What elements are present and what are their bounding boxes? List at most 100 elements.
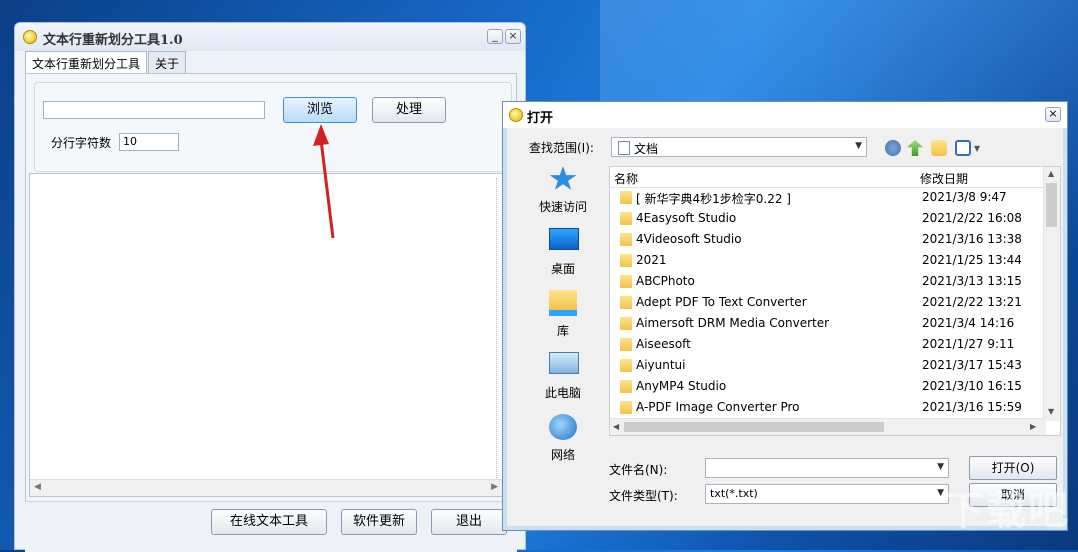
place-label: 库	[556, 324, 569, 338]
process-button[interactable]: 处理	[372, 97, 446, 123]
place-this-pc[interactable]: 此电脑	[525, 352, 601, 412]
split-count-input[interactable]: 10	[119, 133, 179, 151]
file-name: Aiseesoft	[636, 337, 691, 351]
close-button[interactable]: ×	[505, 29, 521, 44]
app-icon	[23, 30, 37, 44]
file-row[interactable]: 4Easysoft Studio 2021/2/22 16:08	[610, 208, 1044, 229]
path-input[interactable]	[43, 101, 265, 119]
browse-button[interactable]: 浏览	[283, 97, 357, 123]
file-list[interactable]: 名称 修改日期 [ 新华字典4秒1步检字0.22 ] 2021/3/8 9:47 4…	[609, 166, 1061, 436]
file-row[interactable]: 2021 2021/1/25 13:44	[610, 250, 1044, 271]
scroll-down-icon[interactable]: ▼	[1048, 407, 1054, 416]
place-label: 网络	[550, 448, 575, 462]
textarea-hscrollbar[interactable]: ◀ ▶	[30, 479, 502, 496]
network-icon	[549, 414, 577, 440]
place-label: 桌面	[550, 262, 575, 276]
place-label: 此电脑	[544, 386, 581, 400]
file-name: Adept PDF To Text Converter	[636, 295, 807, 309]
tab-splitter[interactable]: 文本行重新划分工具	[25, 51, 148, 74]
filetype-select[interactable]: txt(*.txt) ▼	[705, 484, 949, 504]
scroll-up-icon[interactable]: ▲	[1048, 169, 1054, 178]
options-group	[34, 82, 512, 172]
look-in-value: 文档	[634, 142, 659, 156]
file-list-vscrollbar[interactable]: ▲ ▼	[1043, 167, 1060, 421]
up-folder-icon[interactable]	[907, 140, 923, 156]
hscroll-thumb[interactable]	[624, 422, 884, 432]
folder-icon	[620, 338, 632, 351]
column-modified-date[interactable]: 修改日期	[920, 170, 968, 187]
look-in-label: 查找范围(I):	[529, 141, 594, 155]
file-row[interactable]: AnyMP4 Studio 2021/3/10 16:15	[610, 376, 1044, 397]
chevron-down-icon[interactable]: ▼	[937, 488, 944, 498]
file-name: ABCPhoto	[636, 274, 695, 288]
file-name: Aimersoft DRM Media Converter	[636, 316, 830, 330]
scroll-left-icon[interactable]: ◀	[613, 422, 619, 431]
library-icon	[549, 290, 577, 316]
file-row[interactable]: Aimersoft DRM Media Converter 2021/3/4 14…	[610, 313, 1044, 334]
file-name: 2021	[636, 253, 667, 267]
textarea-edge	[496, 178, 498, 478]
filetype-value: txt(*.txt)	[710, 487, 758, 500]
file-date: 2021/3/16 15:59	[922, 400, 1022, 414]
folder-icon	[620, 317, 632, 330]
filetype-label: 文件类型(T):	[609, 489, 678, 503]
folder-icon	[620, 254, 632, 267]
places-bar: 快速访问 桌面 库 此电脑 网络	[525, 166, 601, 466]
file-row[interactable]: A-PDF Image Converter Pro 2021/3/16 15:59	[610, 397, 1044, 418]
tab-about[interactable]: 关于	[148, 51, 187, 73]
software-update-button[interactable]: 软件更新	[341, 509, 417, 535]
file-date: 2021/1/25 13:44	[922, 253, 1022, 267]
filename-input[interactable]: ▼	[705, 458, 949, 478]
file-name: AnyMP4 Studio	[636, 379, 727, 393]
file-row[interactable]: [ 新华字典4秒1步检字0.22 ] 2021/3/8 9:47	[610, 187, 1044, 208]
filename-label: 文件名(N):	[609, 463, 668, 477]
folder-icon	[620, 212, 632, 225]
app-titlebar[interactable]: 文本行重新划分工具1.0 _ ×	[15, 23, 525, 51]
file-date: 2021/3/13 13:15	[922, 274, 1022, 288]
file-row[interactable]: Aiyuntui 2021/3/17 15:43	[610, 355, 1044, 376]
file-name: A-PDF Image Converter Pro	[636, 400, 800, 414]
view-dropdown-icon[interactable]: ▼	[974, 144, 980, 153]
view-menu-icon[interactable]	[955, 140, 971, 156]
file-row[interactable]: 4Videosoft Studio 2021/3/16 13:38	[610, 229, 1044, 250]
chevron-down-icon[interactable]: ▼	[937, 462, 944, 472]
minimize-button[interactable]: _	[487, 29, 503, 44]
dialog-title: 打开	[527, 111, 554, 126]
app-title: 文本行重新划分工具1.0	[43, 33, 183, 48]
dialog-close-button[interactable]: ×	[1045, 107, 1061, 122]
chevron-down-icon: ▼	[855, 141, 862, 151]
place-quick-access[interactable]: 快速访问	[525, 166, 601, 226]
column-name[interactable]: 名称	[614, 170, 638, 187]
file-row[interactable]: ABCPhoto 2021/3/13 13:15	[610, 271, 1044, 292]
place-desktop[interactable]: 桌面	[525, 228, 601, 288]
scroll-left-icon[interactable]: ◀	[34, 482, 41, 492]
dialog-titlebar[interactable]: 打开 ×	[503, 102, 1067, 128]
look-in-combo[interactable]: 文档 ▼	[611, 137, 867, 157]
file-row[interactable]: Adept PDF To Text Converter 2021/2/22 13:…	[610, 292, 1044, 313]
file-row[interactable]: Aiseesoft 2021/1/27 9:11	[610, 334, 1044, 355]
exit-button[interactable]: 退出	[431, 509, 507, 535]
dialog-body: 查找范围(I): 文档 ▼ ▼ 快速访问 桌面 库 此电脑 网络 名称 修改日期…	[507, 128, 1063, 526]
app-window: 文本行重新划分工具1.0 _ × 文本行重新划分工具 关于 浏览 处理 分行字符…	[14, 22, 526, 552]
file-list-hscrollbar[interactable]: ◀ ▶	[610, 418, 1046, 435]
computer-icon	[549, 352, 579, 374]
place-network[interactable]: 网络	[525, 414, 601, 474]
new-folder-icon[interactable]	[931, 140, 947, 156]
place-label: 快速访问	[538, 200, 587, 214]
folder-icon	[620, 401, 632, 414]
file-date: 2021/3/16 13:38	[922, 232, 1022, 246]
online-tools-button[interactable]: 在线文本工具	[211, 509, 327, 535]
file-name: [ 新华字典4秒1步检字0.22 ]	[636, 192, 791, 206]
scroll-right-icon[interactable]: ▶	[491, 482, 498, 492]
back-icon[interactable]	[885, 140, 901, 156]
vscroll-thumb[interactable]	[1046, 183, 1057, 227]
place-library[interactable]: 库	[525, 290, 601, 350]
text-output-area[interactable]: ◀ ▶	[29, 173, 503, 497]
folder-icon	[620, 191, 632, 204]
scroll-right-icon[interactable]: ▶	[1030, 422, 1036, 431]
folder-icon	[620, 275, 632, 288]
desktop-icon	[549, 228, 579, 250]
open-button[interactable]: 打开(O)	[969, 456, 1057, 480]
dialog-app-icon	[509, 108, 523, 122]
file-date: 2021/2/22 13:21	[922, 295, 1022, 309]
